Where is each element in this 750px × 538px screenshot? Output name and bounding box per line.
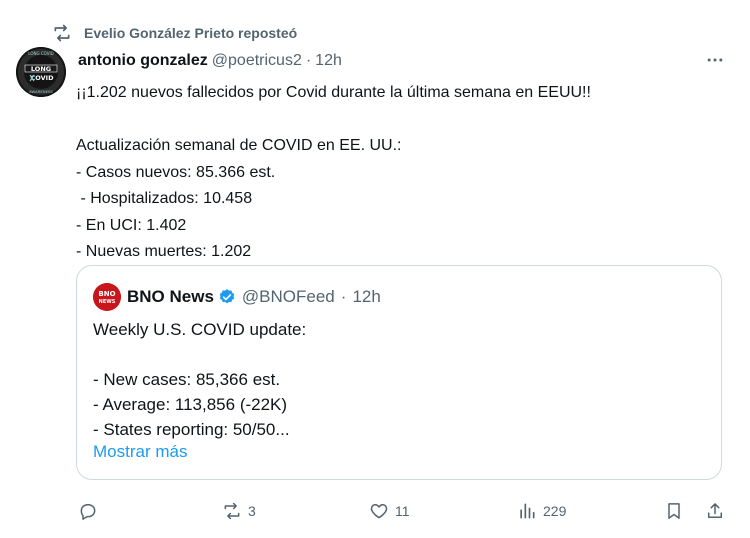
verified-badge-icon [219, 289, 235, 304]
more-icon [707, 58, 723, 62]
bno-logo-top: BNO [98, 290, 115, 298]
repost-icon [54, 24, 70, 42]
avatar-arc-bottom: AWARENESS [29, 89, 53, 94]
quote-separator-dot: · [340, 287, 347, 306]
quote-text: Weekly U.S. COVID update: - New cases: 8… [93, 320, 307, 439]
separator-dot: · [305, 52, 312, 69]
reply-icon [80, 504, 96, 520]
quote-header: BNO News @BNOFeed · 12h [127, 284, 381, 310]
tweet-text: ¡¡1.202 nuevos fallecidos por Covid dura… [76, 84, 591, 260]
views-count: 229 [543, 503, 567, 519]
avatar-text-long: LONG [31, 65, 51, 73]
repost-count: 3 [248, 503, 256, 519]
quote-author-handle: @BNOFeed [241, 287, 335, 306]
share-icon [708, 503, 722, 518]
quote-author-avatar: BNO NEWS [93, 283, 121, 311]
retweet-icon [224, 502, 240, 520]
tweet-header: antonio gonzalez @poetricus2 · 12h [78, 48, 728, 74]
share-button[interactable] [705, 496, 725, 526]
avatar-arc-top: LONG COVID [28, 51, 53, 56]
tweet-timestamp[interactable]: 12h [315, 52, 342, 70]
tweet[interactable]: Evelio González Prieto reposteó LONG COV… [0, 0, 750, 538]
bno-news-logo: BNO NEWS [93, 283, 121, 311]
like-button[interactable]: 11 [369, 496, 410, 526]
repost-button[interactable]: 3 [222, 496, 256, 526]
author-handle[interactable]: @poetricus2 [212, 52, 302, 70]
quote-timestamp: 12h [352, 287, 381, 306]
quoted-tweet[interactable]: BNO NEWS BNO News @BNOFeed · 12h Weekly … [76, 265, 722, 480]
quote-author-name: BNO News [127, 287, 214, 306]
views-chart-icon [520, 503, 535, 519]
long-covid-logo: LONG COVID AWARENESS LONG COVID [16, 47, 66, 97]
bookmark-icon [668, 503, 680, 519]
repost-indicator: Evelio González Prieto reposteó [52, 22, 297, 44]
repost-label[interactable]: Evelio González Prieto reposteó [84, 25, 297, 41]
heart-icon [370, 504, 388, 519]
show-more-link[interactable]: Mostrar más [93, 442, 187, 462]
bno-logo-bottom: NEWS [99, 299, 116, 305]
views-button[interactable]: 229 [517, 496, 566, 526]
author-avatar[interactable]: LONG COVID AWARENESS LONG COVID [16, 47, 66, 97]
author-name[interactable]: antonio gonzalez [78, 52, 208, 70]
like-count: 11 [395, 503, 410, 519]
bookmark-button[interactable] [664, 496, 684, 526]
action-bar: 3 11 229 [0, 496, 750, 526]
more-options-button[interactable] [703, 50, 727, 70]
reply-button[interactable] [78, 496, 104, 526]
